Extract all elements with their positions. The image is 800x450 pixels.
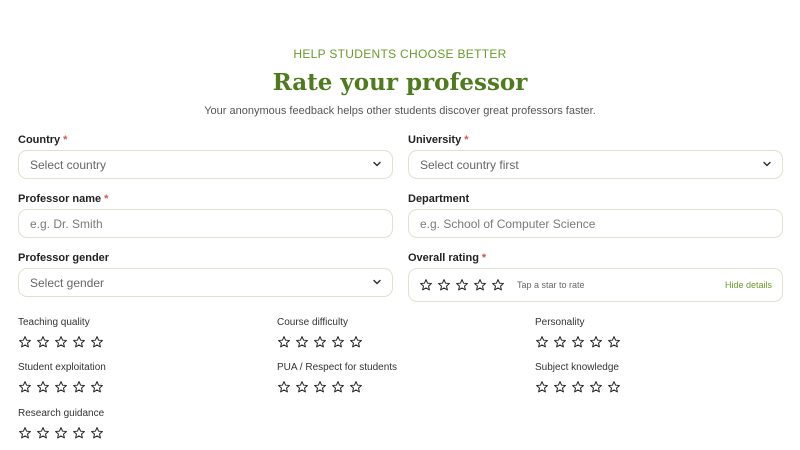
detail-rating-teaching-quality: Teaching quality [18, 316, 104, 349]
star-outline-icon[interactable] [313, 335, 327, 349]
eyebrow-text: HELP STUDENTS CHOOSE BETTER [293, 47, 507, 61]
star-outline-icon[interactable] [90, 426, 104, 440]
star-outline-icon[interactable] [607, 380, 621, 394]
professor-name-field: Professor name * [18, 192, 393, 238]
overall-rating-stars [419, 278, 505, 292]
university-select-value: Select country first [420, 157, 519, 172]
detail-rating-label: Student exploitation [18, 362, 106, 373]
detail-rating-label: Teaching quality [18, 317, 90, 328]
star-outline-icon[interactable] [535, 380, 549, 394]
detail-rating-stars [535, 380, 621, 394]
star-outline-icon[interactable] [72, 380, 86, 394]
university-field: University * Select country first [408, 133, 783, 179]
star-outline-icon[interactable] [349, 335, 363, 349]
detail-rating-stars [277, 335, 363, 349]
star-outline-icon[interactable] [331, 380, 345, 394]
detail-rating-pua-respect: PUA / Respect for students [277, 361, 397, 394]
hide-details-link[interactable]: Hide details [725, 280, 772, 290]
professor-gender-field: Professor gender Select gender [18, 251, 393, 297]
country-label: Country * [18, 134, 68, 146]
star-outline-icon[interactable] [36, 426, 50, 440]
star-outline-icon[interactable] [553, 335, 567, 349]
star-outline-icon[interactable] [18, 426, 32, 440]
star-outline-icon[interactable] [18, 380, 32, 394]
professor-name-input-wrap [18, 209, 393, 238]
department-label: Department [408, 193, 470, 205]
page-subtitle: Your anonymous feedback helps other stud… [204, 105, 596, 117]
detail-rating-stars [277, 380, 397, 394]
overall-rating-field: Overall rating * Tap a star to rate Hide … [408, 251, 783, 302]
country-select[interactable]: Select country [18, 150, 393, 179]
star-outline-icon[interactable] [571, 335, 585, 349]
star-outline-icon[interactable] [571, 380, 585, 394]
university-select[interactable]: Select country first [408, 150, 783, 179]
star-outline-icon[interactable] [589, 335, 603, 349]
detail-rating-personality: Personality [535, 316, 621, 349]
star-outline-icon[interactable] [295, 380, 309, 394]
star-outline-icon[interactable] [36, 335, 50, 349]
department-field: Department [408, 192, 783, 238]
star-outline-icon[interactable] [589, 380, 603, 394]
required-marker: * [481, 252, 487, 264]
overall-rating-label: Overall rating * [408, 252, 487, 264]
detail-rating-research-guidance: Research guidance [18, 407, 104, 440]
star-outline-icon[interactable] [18, 335, 32, 349]
star-outline-icon[interactable] [607, 335, 621, 349]
star-outline-icon[interactable] [331, 335, 345, 349]
page-title: Rate your professor [272, 69, 528, 96]
star-outline-icon[interactable] [313, 380, 327, 394]
star-outline-icon[interactable] [455, 278, 469, 292]
detail-rating-label: PUA / Respect for students [277, 362, 398, 373]
professor-name-label: Professor name * [18, 193, 109, 205]
required-marker: * [104, 193, 109, 205]
professor-gender-label: Professor gender [18, 252, 110, 264]
detail-rating-stars [18, 426, 104, 440]
detail-rating-stars [18, 380, 106, 394]
chevron-down-icon [372, 159, 382, 169]
star-outline-icon[interactable] [553, 380, 567, 394]
star-outline-icon[interactable] [295, 335, 309, 349]
star-outline-icon[interactable] [72, 426, 86, 440]
chevron-down-icon [762, 159, 772, 169]
rating-hint: Tap a star to rate [517, 280, 585, 290]
overall-rating-box: Tap a star to rate Hide details [408, 268, 783, 302]
university-label: University * [408, 134, 469, 146]
detail-rating-label: Subject knowledge [535, 362, 619, 373]
star-outline-icon[interactable] [277, 380, 291, 394]
department-input-wrap [408, 209, 783, 238]
detail-rating-stars [535, 335, 621, 349]
detail-rating-label: Personality [535, 317, 585, 328]
detail-rating-label: Course difficulty [277, 317, 348, 328]
detail-rating-stars [18, 335, 104, 349]
country-field: Country * Select country [18, 133, 393, 179]
star-outline-icon[interactable] [349, 380, 363, 394]
form-header: HELP STUDENTS CHOOSE BETTER Rate your pr… [0, 46, 800, 118]
star-outline-icon[interactable] [437, 278, 451, 292]
star-outline-icon[interactable] [54, 335, 68, 349]
professor-name-input[interactable] [30, 216, 392, 231]
star-outline-icon[interactable] [90, 335, 104, 349]
required-marker: * [63, 134, 68, 146]
star-outline-icon[interactable] [535, 335, 549, 349]
star-outline-icon[interactable] [72, 335, 86, 349]
chevron-down-icon [372, 277, 382, 287]
star-outline-icon[interactable] [473, 278, 487, 292]
required-marker: * [464, 134, 469, 146]
star-outline-icon[interactable] [54, 380, 68, 394]
star-outline-icon[interactable] [419, 278, 433, 292]
gender-select-value: Select gender [30, 275, 105, 290]
detail-rating-course-difficulty: Course difficulty [277, 316, 363, 349]
detail-rating-label: Research guidance [18, 408, 105, 419]
department-input[interactable] [420, 216, 782, 231]
star-outline-icon[interactable] [277, 335, 291, 349]
star-outline-icon[interactable] [491, 278, 505, 292]
country-select-value: Select country [30, 157, 107, 172]
star-outline-icon[interactable] [90, 380, 104, 394]
gender-select[interactable]: Select gender [18, 268, 393, 297]
detail-rating-subject-knowledge: Subject knowledge [535, 361, 621, 394]
star-outline-icon[interactable] [54, 426, 68, 440]
star-outline-icon[interactable] [36, 380, 50, 394]
detail-rating-student-exploitation: Student exploitation [18, 361, 106, 394]
